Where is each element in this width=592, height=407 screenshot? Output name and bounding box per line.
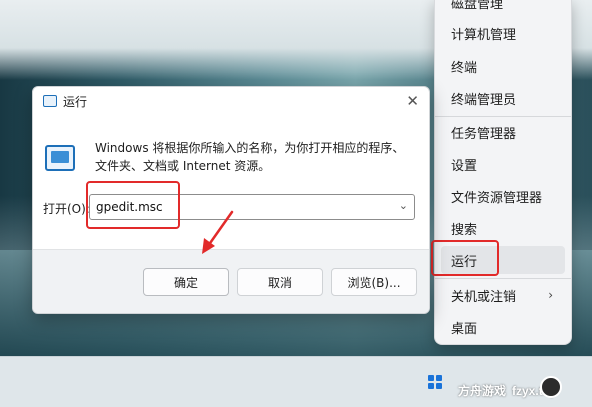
menu-separator [435,116,571,117]
winx-menu: 磁盘管理 计算机管理 终端 终端管理员 任务管理器 设置 文件资源管理器 搜索 … [434,0,572,345]
menu-item-label: 计算机管理 [451,27,517,43]
menu-item-shutdown-signout[interactable]: 关机或注销 › [441,281,565,309]
open-field-label: 打开(O): [43,202,90,216]
menu-item-label: 终端管理员 [451,92,517,108]
menu-item-task-manager[interactable]: 任务管理器 [441,118,565,146]
chevron-down-icon[interactable]: ⌄ [399,199,408,212]
menu-item-terminal-admin[interactable]: 终端管理员 [441,84,565,112]
menu-item-label: 设置 [451,158,478,174]
menu-item-label: 终端 [451,60,478,76]
menu-item-label: 磁盘管理 [451,0,504,12]
menu-item-desktop[interactable]: 桌面 [441,313,565,341]
watermark-logo-icon [540,376,562,398]
menu-item-label: 文件资源管理器 [451,190,543,206]
chevron-right-icon: › [548,288,553,302]
menu-item-search[interactable]: 搜索 [441,214,565,242]
browse-button[interactable]: 浏览(B)... [331,268,417,296]
menu-item-terminal[interactable]: 终端 [441,52,565,80]
run-highlight-box [431,240,499,276]
dialog-titlebar[interactable]: 运行 ✕ [33,87,429,115]
ok-button[interactable]: 确定 [143,268,229,296]
dialog-title: 运行 [63,95,88,109]
menu-item-settings[interactable]: 设置 [441,150,565,178]
menu-item-label: 任务管理器 [451,126,517,142]
menu-item-label: 桌面 [451,321,478,337]
windows-start-icon[interactable] [428,375,442,389]
run-program-icon [45,145,75,171]
menu-item-label: 搜索 [451,222,478,238]
dialog-description: Windows 将根据你所输入的名称，为你打开相应的程序、文件夹、文档或 Int… [95,141,405,173]
dialog-footer: 确定 取消 浏览(B)... [33,249,429,313]
input-highlight-box [86,181,180,229]
watermark-brand: 方舟游戏 [458,384,507,398]
menu-item-disk-management[interactable]: 磁盘管理 [441,0,565,16]
cancel-button[interactable]: 取消 [237,268,323,296]
menu-item-computer-management[interactable]: 计算机管理 [441,19,565,47]
menu-item-file-explorer[interactable]: 文件资源管理器 [441,182,565,210]
close-icon[interactable]: ✕ [406,92,419,110]
menu-item-label: 关机或注销 [451,289,517,305]
menu-separator [435,278,571,279]
run-app-icon [43,95,57,107]
